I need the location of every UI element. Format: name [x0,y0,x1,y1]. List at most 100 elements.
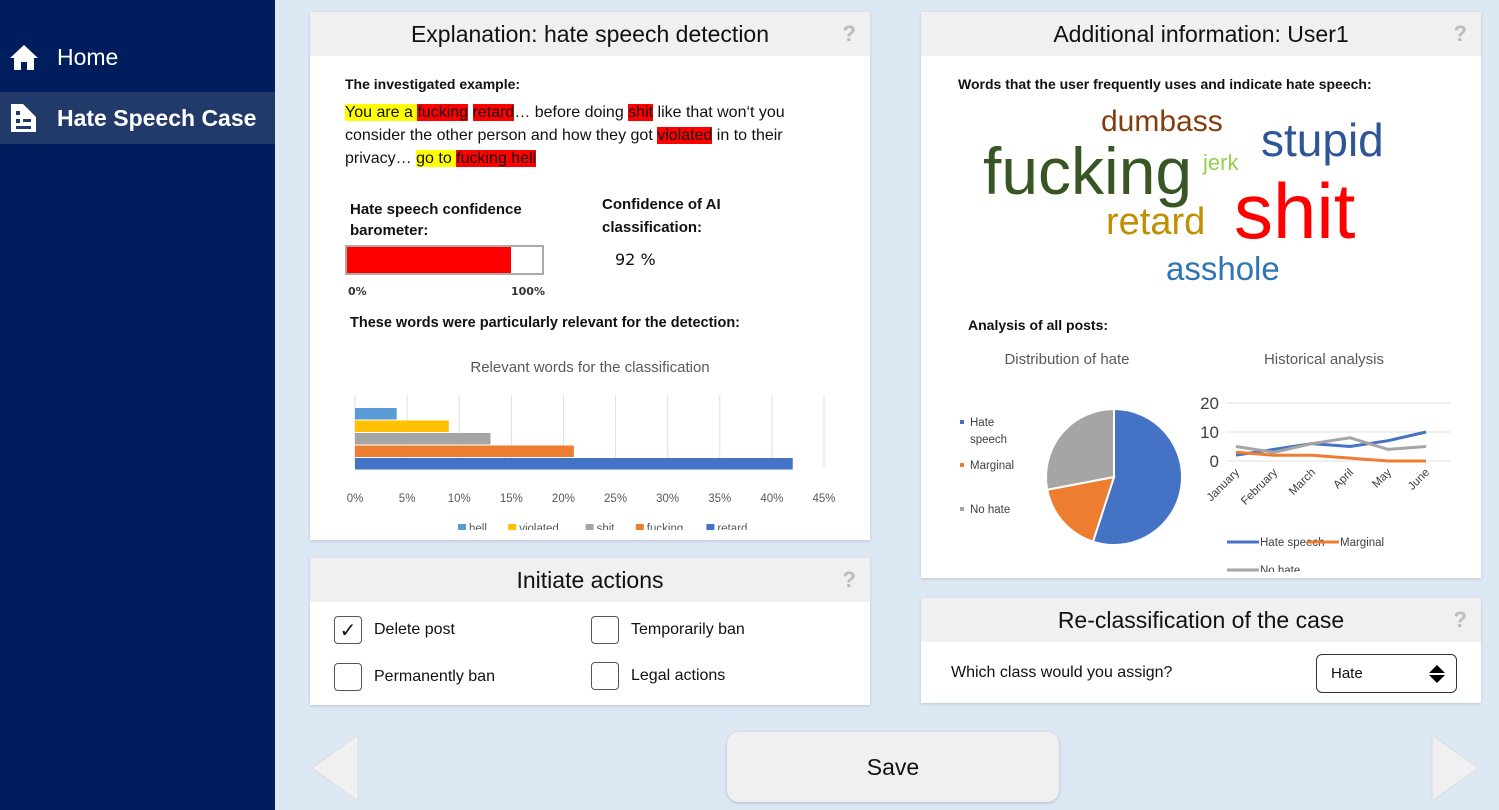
historical-line-chart: Historical analysis01020JanuaryFebruary M… [1200,351,1451,572]
x-tick-label: 40% [760,493,783,505]
barometer-min: 0% [348,285,367,298]
sidebar-item-hate-speech-case[interactable]: Hate Speech Case [0,92,275,144]
relevant-words-label: These words were particularly relevant f… [350,315,740,331]
hate-word-highlight: fucking [417,104,469,121]
card-title: Re-classification of the case [1057,607,1345,633]
legend-label: Marginal [970,460,1014,472]
pie-slice-no-hate [1045,407,1115,491]
previous-arrow-icon[interactable] [310,733,360,803]
temporarily-ban-checkbox[interactable]: Temporarily ban [591,616,745,644]
legend-label: shit [597,523,616,530]
investigated-example: You are a fucking retard… before doing s… [345,101,845,170]
actions-card: Initiate actions? ✓ Delete post Temporari… [310,558,870,705]
x-tick-label: 20% [552,493,575,505]
checkmark-icon[interactable]: ✓ [334,616,362,644]
legend-label: hell [469,523,487,530]
hate-word-highlight: retard [472,104,515,121]
chart-title: Relevant words for the classification [470,359,709,376]
checkbox-box[interactable] [334,663,362,691]
x-tick-label: March [1287,467,1318,498]
checkbox-label: Legal actions [631,667,726,684]
legend-swatch [508,524,517,530]
card-title: Explanation: hate speech detection [410,21,770,47]
word-cloud-word: stupid [1261,114,1384,166]
example-label: The investigated example: [345,76,521,92]
hate-word-highlight: violated [657,127,713,144]
legal-actions-checkbox[interactable]: Legal actions [591,662,725,690]
legend-swatch [458,524,466,530]
hate-word-highlight: fucking hell [456,150,537,167]
bar-shit [355,433,491,445]
save-button[interactable]: Save [727,732,1059,802]
hate-word-highlight: shit [628,104,654,121]
x-tick-label: April [1331,467,1356,492]
class-select[interactable]: Hate [1316,654,1457,693]
checkbox-label: Permanently ban [374,668,495,685]
barometer-label: Hate speech confidence barometer: [350,201,522,239]
x-tick-label: 15% [500,493,523,505]
card-title: Additional information: User1 [1053,21,1349,47]
sidebar-item-home[interactable]: Home [0,31,275,83]
x-tick-label: 5% [399,493,416,505]
frequent-words-label: Words that the user frequently uses and … [958,76,1372,92]
x-tick-label: 25% [604,493,627,505]
legend-label: No hate [970,504,1010,516]
permanently-ban-checkbox[interactable]: Permanently ban [334,663,495,691]
bar-fucking [355,445,574,457]
x-tick-label: June [1406,467,1432,493]
help-icon[interactable]: ? [1454,598,1467,642]
chart-title: Distribution of hate [1004,351,1129,368]
legend-label: speech [970,434,1007,446]
x-tick-label: 10% [448,493,471,505]
legend-swatch [960,420,964,424]
word-cloud-word: shit [1234,167,1356,255]
distribution-pie-chart: Distribution of hate Hate speech Marginal No… [960,351,1183,546]
confidence-value: 92 % [615,250,656,269]
example-text: … before doing [514,104,629,121]
legend-swatch [960,507,964,511]
legend-label: retard [717,523,747,530]
sidebar-item-label: Hate Speech Case [57,104,257,131]
case-document-icon [11,104,36,132]
sidebar: Home Hate Speech Case [0,0,275,810]
checkbox-box[interactable] [591,662,619,690]
legend-label: No hate [1260,565,1300,572]
help-icon[interactable]: ? [843,12,856,56]
word-cloud-word: dumbass [1101,105,1223,138]
x-tick-label: 35% [708,493,731,505]
context-highlight: go to [416,150,457,167]
legend-swatch [706,524,715,530]
x-tick-label: 30% [656,493,679,505]
confidence-label: Confidence of AI classification: [602,196,721,236]
legend-label: violated [519,523,559,530]
delete-post-checkbox[interactable]: ✓ Delete post [334,616,455,644]
x-tick-label: January [1205,466,1243,504]
explanation-card: Explanation: hate speech detection? The … [310,12,870,540]
context-highlight: You are a [345,104,418,121]
sidebar-item-label: Home [57,43,119,70]
chart-title: Historical analysis [1264,351,1384,368]
analysis-label: Analysis of all posts: [968,317,1109,333]
legend-swatch [635,524,644,530]
help-icon[interactable]: ? [1454,12,1467,56]
checkbox-label: Delete post [374,621,455,638]
relevant-words-chart: Relevant words for the classification 0% 5… [347,359,836,530]
y-tick-label: 20 [1200,394,1219,413]
x-tick-label: May [1370,466,1394,490]
card-title: Initiate actions [516,567,664,593]
x-tick-label: 0% [347,493,364,505]
line-marginal [1235,450,1426,463]
bar-violated [355,420,449,432]
example-text [468,104,472,121]
legend-swatch [585,524,594,530]
home-icon [10,45,38,70]
checkbox-box[interactable] [591,616,619,644]
x-tick-label: 45% [812,493,835,505]
next-arrow-icon[interactable] [1430,733,1480,803]
barometer-max: 100% [511,285,545,298]
confidence-barometer [345,245,544,275]
legend-label: Marginal [1340,537,1384,549]
legend-label: fucking [647,523,683,530]
help-icon[interactable]: ? [843,558,856,602]
class-select-value: Hate [1331,665,1363,682]
